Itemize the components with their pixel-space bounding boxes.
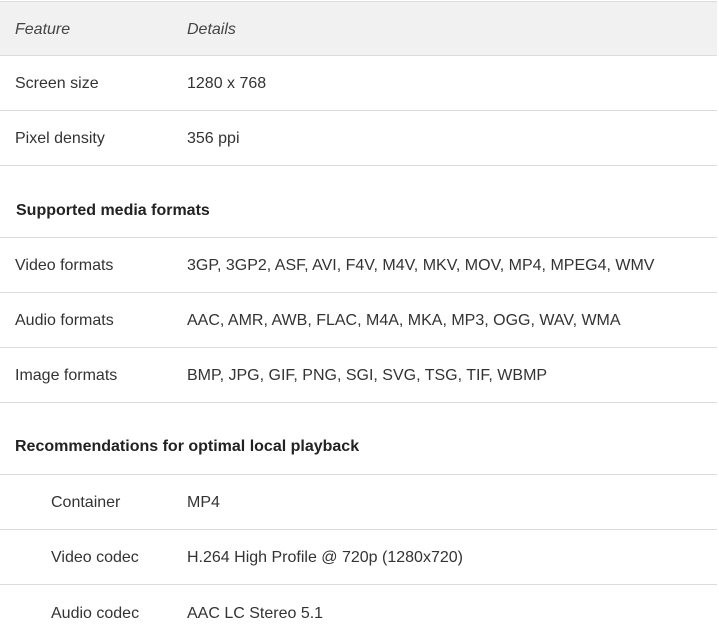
feature-cell: Video formats: [15, 257, 114, 274]
feature-cell: Container: [51, 494, 121, 511]
table-row: Image formats BMP, JPG, GIF, PNG, SGI, S…: [0, 348, 717, 403]
header-feature: Feature: [15, 21, 71, 38]
feature-cell: Video codec: [51, 549, 139, 566]
feature-cell: Screen size: [15, 75, 99, 92]
table-row: Container MP4: [0, 475, 717, 530]
table-row: Pixel density 356 ppi: [0, 111, 717, 166]
feature-cell: Audio formats: [15, 312, 114, 329]
table-row: Video formats 3GP, 3GP2, ASF, AVI, F4V, …: [0, 238, 717, 293]
feature-cell: Image formats: [15, 367, 118, 384]
table-row: Audio formats AAC, AMR, AWB, FLAC, M4A, …: [0, 293, 717, 348]
table-row: Video codec H.264 High Profile @ 720p (1…: [0, 530, 717, 585]
table-row: Screen size 1280 x 768: [0, 56, 717, 111]
header-details: Details: [187, 21, 236, 38]
details-cell: AAC, AMR, AWB, FLAC, M4A, MKA, MP3, OGG,…: [187, 312, 621, 329]
table-header-row: Feature Details: [0, 1, 717, 56]
specs-table: Feature Details Screen size 1280 x 768 P…: [0, 0, 719, 642]
feature-cell: Pixel density: [15, 130, 105, 147]
details-cell: H.264 High Profile @ 720p (1280x720): [187, 549, 463, 566]
feature-cell: Audio codec: [51, 605, 140, 622]
details-cell: BMP, JPG, GIF, PNG, SGI, SVG, TSG, TIF, …: [187, 367, 548, 384]
details-cell: 356 ppi: [187, 130, 240, 147]
details-cell: 1280 x 768: [187, 75, 267, 92]
section-title-media: Supported media formats: [16, 202, 210, 219]
details-cell: 3GP, 3GP2, ASF, AVI, F4V, M4V, MKV, MOV,…: [187, 257, 655, 274]
table-row: Audio codec AAC LC Stereo 5.1: [0, 586, 717, 641]
details-cell: AAC LC Stereo 5.1: [187, 605, 324, 622]
section-title-playback: Recommendations for optimal local playba…: [15, 438, 360, 455]
details-cell: MP4: [187, 494, 220, 511]
